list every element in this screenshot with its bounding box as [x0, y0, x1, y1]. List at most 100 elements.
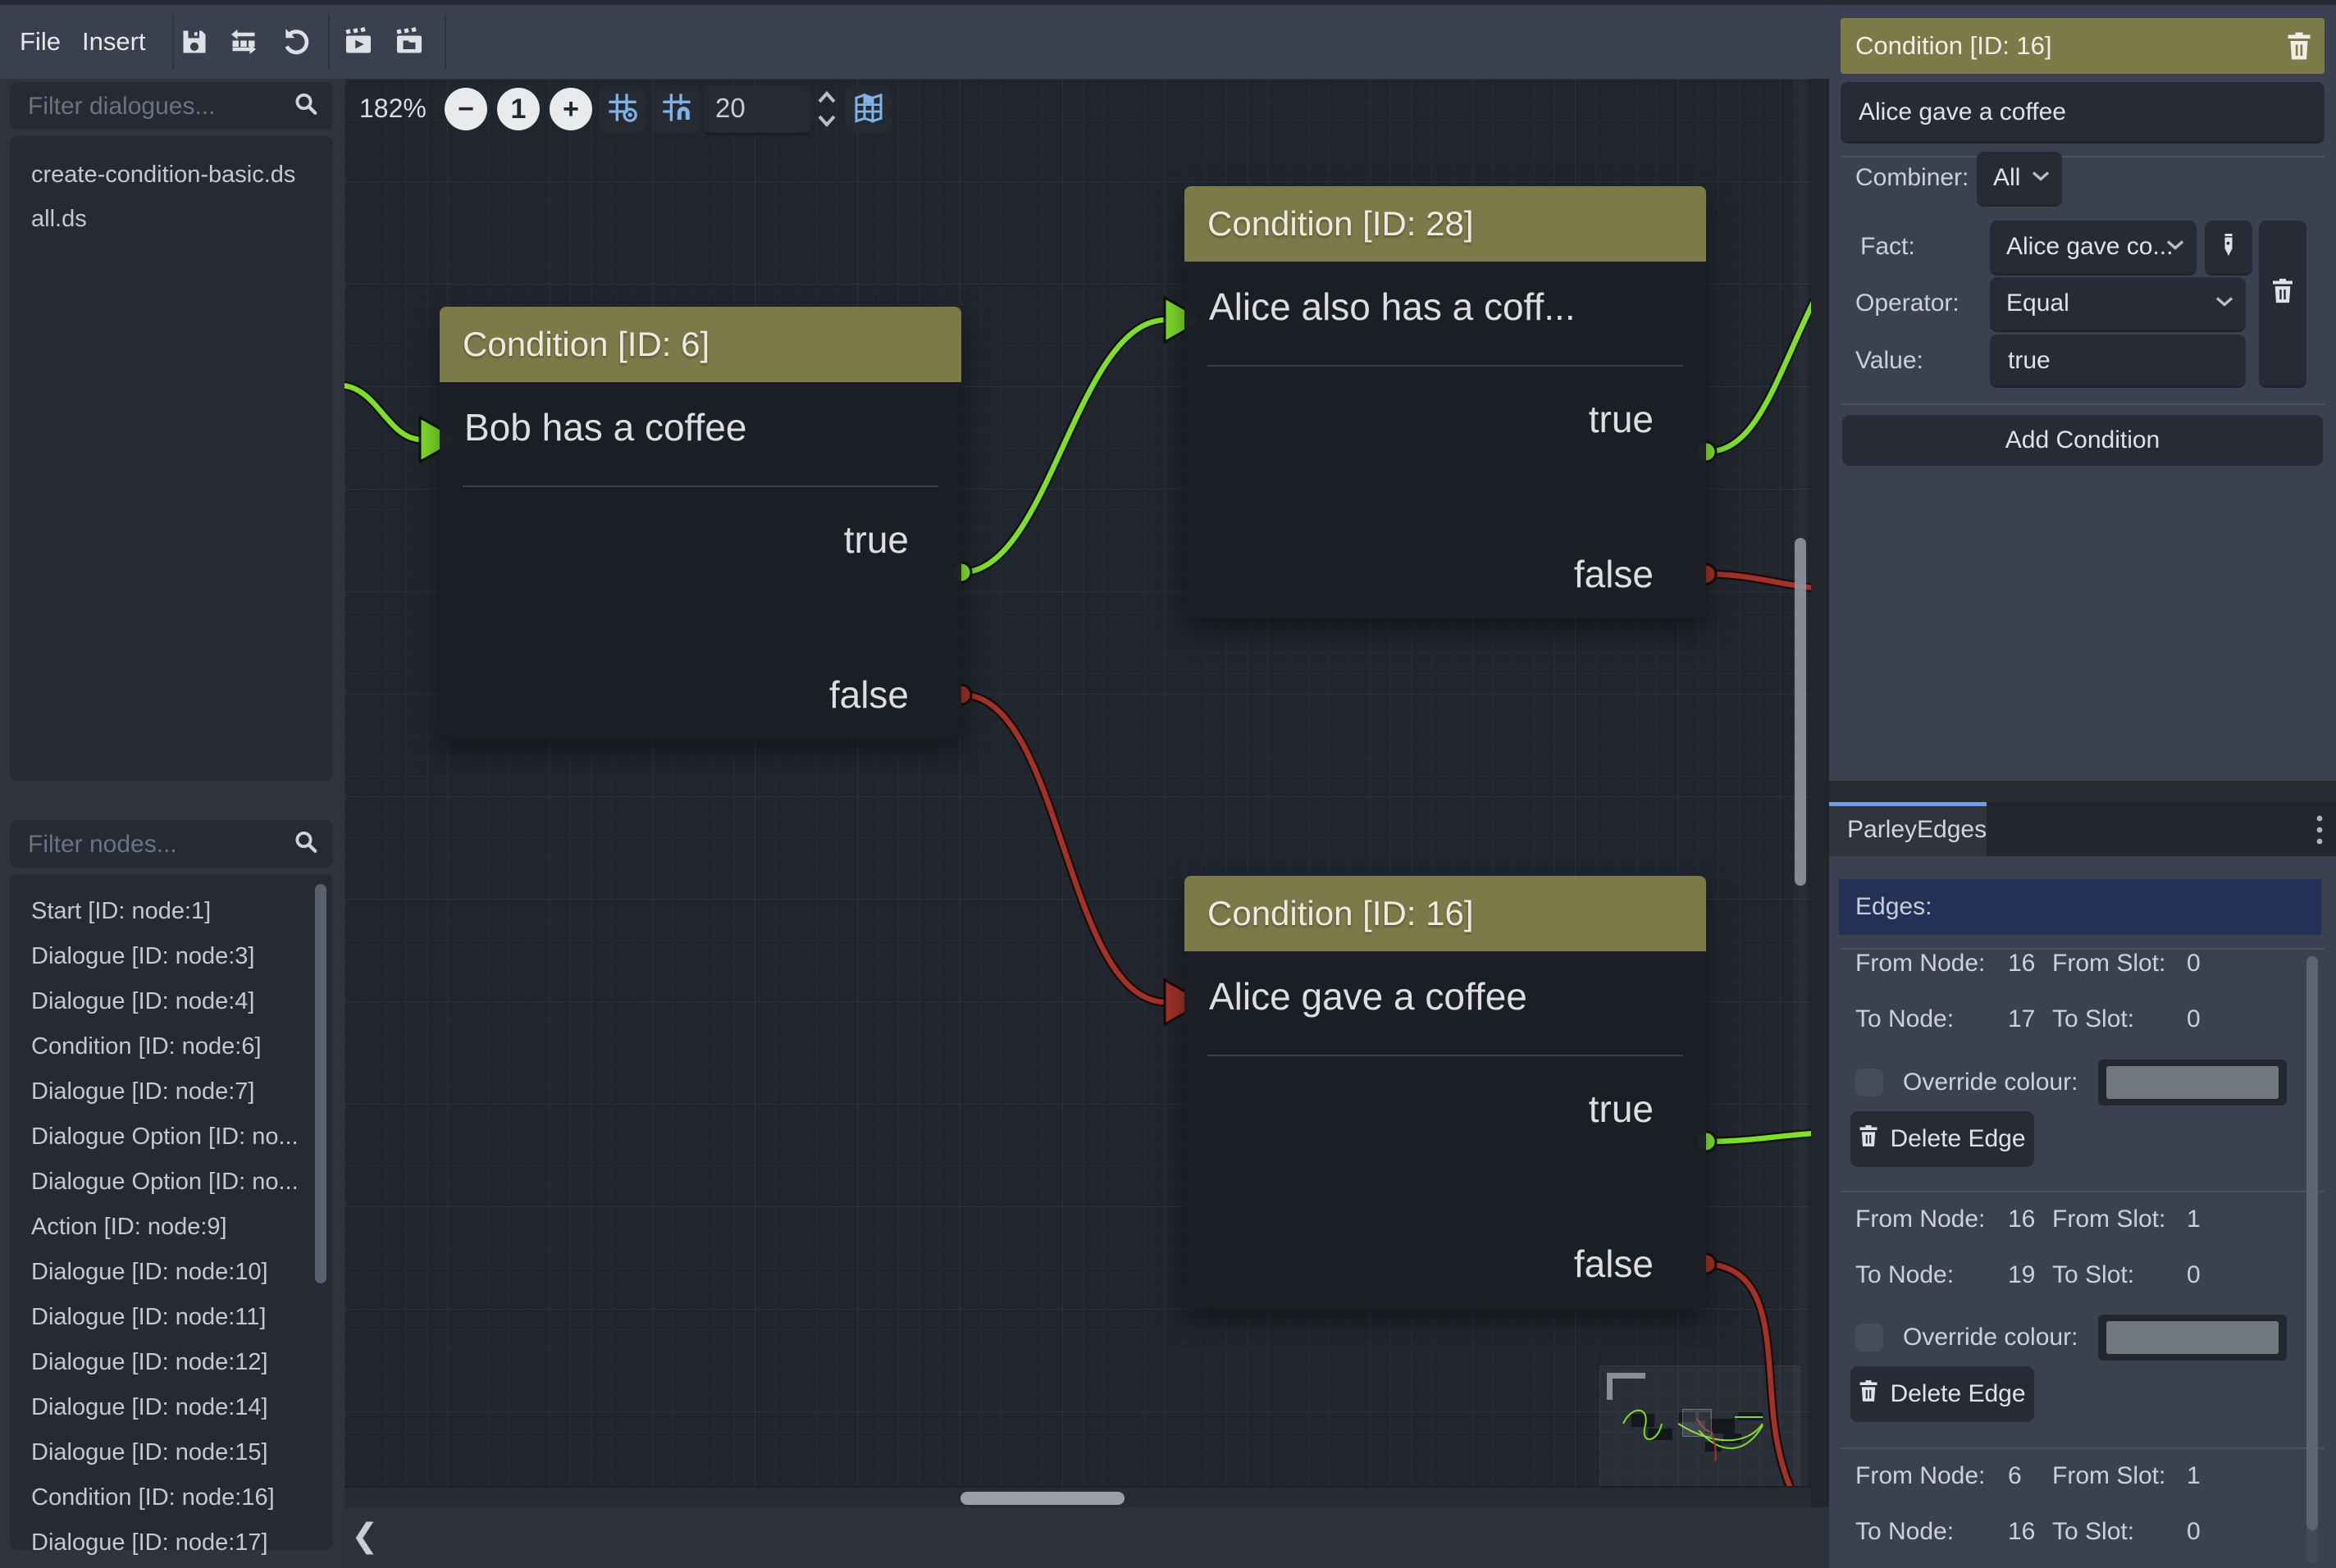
save-icon	[180, 27, 209, 57]
menu-insert[interactable]: Insert	[82, 5, 146, 79]
search-icon	[294, 830, 318, 859]
scrollbar-thumb[interactable]	[960, 1492, 1125, 1505]
trash-icon	[1859, 1379, 1878, 1409]
graph-node-condition-28[interactable]: Condition [ID: 28] Alice also has a coff…	[1184, 186, 1706, 618]
to-node-label: To Node:	[1855, 1003, 1954, 1036]
test-dialogue-button[interactable]	[338, 21, 379, 62]
nodes-list-scrollbar[interactable]	[315, 884, 326, 1283]
add-condition-button[interactable]: Add Condition	[1842, 415, 2323, 466]
collapse-sidebar-button[interactable]: ❮	[351, 1517, 379, 1555]
edges-header[interactable]: Edges:	[1839, 879, 2321, 935]
grid-size-spinbox[interactable]: 20	[704, 85, 810, 135]
edges-tab-bar: ParleyEdges	[1829, 802, 2336, 856]
combiner-dropdown[interactable]: All	[1977, 152, 2062, 207]
save-button[interactable]	[174, 21, 215, 62]
node-list-item[interactable]: Dialogue [ID: node:4]	[31, 981, 300, 1022]
graph-node-condition-6[interactable]: Condition [ID: 6] Bob has a coffee true …	[440, 307, 961, 739]
zoom-in-button[interactable]: +	[550, 88, 592, 130]
delete-node-button[interactable]	[2287, 31, 2311, 65]
undo-button[interactable]	[276, 21, 317, 62]
menu-file[interactable]: File	[20, 5, 61, 79]
canvas-vertical-scrollbar[interactable]	[1793, 79, 1808, 1507]
chevron-down-icon	[2165, 239, 2185, 255]
spin-down-icon[interactable]	[819, 116, 834, 125]
node-list-item[interactable]: Dialogue [ID: node:12]	[31, 1342, 300, 1383]
override-colour-checkbox[interactable]	[1855, 1324, 1883, 1351]
scrollbar-thumb[interactable]	[1795, 538, 1806, 886]
fact-dropdown[interactable]: Alice gave co...	[1990, 221, 2197, 276]
condition-name-input[interactable]	[1857, 82, 2311, 143]
delete-edge-button[interactable]: Delete Edge	[1850, 1111, 2034, 1167]
operator-dropdown[interactable]: Equal	[1990, 277, 2246, 332]
node-list-item[interactable]: Action [ID: node:9]	[31, 1206, 300, 1247]
dialogue-file-item[interactable]: all.ds	[31, 198, 300, 239]
node-divider	[463, 485, 938, 487]
to-slot-label: To Slot:	[2052, 1259, 2134, 1292]
minimap-viewport[interactable]	[1682, 1409, 1712, 1437]
canvas-horizontal-scrollbar[interactable]	[344, 1486, 1811, 1507]
delete-edge-button[interactable]: Delete Edge	[1850, 1366, 2034, 1422]
node-title[interactable]: Condition [ID: 6]	[440, 307, 961, 382]
delete-condition-row-button[interactable]	[2259, 221, 2306, 388]
fact-label: Fact:	[1860, 230, 1915, 263]
to-slot-value: 0	[2187, 1516, 2201, 1548]
spin-up-icon[interactable]	[819, 93, 834, 102]
divider	[1841, 1447, 2325, 1449]
edit-fact-button[interactable]	[2205, 221, 2252, 276]
node-list-item[interactable]: Dialogue [ID: node:15]	[31, 1432, 300, 1473]
graph-node-condition-16[interactable]: Condition [ID: 16] Alice gave a coffee t…	[1184, 876, 1706, 1308]
node-list-item[interactable]: Dialogue Option [ID: no...	[31, 1161, 300, 1202]
dock-menu-icon[interactable]	[2315, 814, 2325, 850]
value-input[interactable]	[2006, 335, 2233, 387]
node-title[interactable]: Condition [ID: 28]	[1184, 186, 1706, 262]
value-label: Value:	[1855, 344, 1923, 377]
to-node-value: 19	[2008, 1259, 2035, 1292]
toggle-minimap-button[interactable]	[845, 86, 892, 133]
zoom-out-button[interactable]: −	[445, 88, 487, 130]
node-list-item[interactable]: Condition [ID: node:16]	[31, 1477, 300, 1518]
node-slot-false-label: false	[829, 670, 909, 719]
node-list-item[interactable]: Dialogue [ID: node:14]	[31, 1387, 300, 1428]
toggle-grid-button[interactable]	[599, 86, 646, 133]
node-list-item[interactable]: Dialogue [ID: node:10]	[31, 1251, 300, 1292]
override-colour-swatch[interactable]	[2098, 1315, 2287, 1361]
node-list-item[interactable]: Dialogue [ID: node:3]	[31, 936, 300, 977]
import-export-button[interactable]	[223, 21, 264, 62]
edge-from-row: From Node: 6 From Slot: 1	[1829, 1460, 2288, 1493]
grid-size-value: 20	[715, 85, 746, 130]
edge-to-row: To Node: 16 To Slot: 0	[1829, 1516, 2288, 1548]
nodes-filter	[10, 820, 333, 868]
dialogues-filter	[10, 82, 333, 130]
zoom-reset-button[interactable]: 1	[497, 88, 540, 130]
value-field[interactable]	[1990, 335, 2246, 388]
node-list-item[interactable]: Dialogue [ID: node:17]	[31, 1522, 300, 1563]
to-slot-label: To Slot:	[2052, 1516, 2134, 1548]
to-node-value: 17	[2008, 1003, 2035, 1036]
tab-parley-edges[interactable]: ParleyEdges	[1829, 802, 1987, 856]
combiner-label: Combiner:	[1855, 162, 1969, 194]
node-list-item[interactable]: Dialogue [ID: node:7]	[31, 1071, 300, 1112]
main-toolbar: File Insert	[0, 5, 1829, 79]
dialogue-file-item[interactable]: create-condition-basic.ds	[31, 154, 300, 195]
node-list-item[interactable]: Dialogue [ID: node:11]	[31, 1297, 300, 1338]
new-dialogue-button[interactable]	[389, 21, 430, 62]
node-list-item[interactable]: Dialogue Option [ID: no...	[31, 1116, 300, 1157]
nodes-filter-input[interactable]	[26, 820, 276, 869]
override-colour-swatch[interactable]	[2098, 1060, 2287, 1105]
node-fact-text: Alice also has a coff...	[1209, 285, 1690, 329]
toolbar-separator	[328, 15, 330, 69]
node-title[interactable]: Condition [ID: 16]	[1184, 876, 1706, 951]
node-list-item[interactable]: Condition [ID: node:6]	[31, 1026, 300, 1067]
override-colour-checkbox[interactable]	[1855, 1069, 1883, 1096]
snap-to-grid-button[interactable]	[653, 86, 700, 133]
inspector-header: Condition [ID: 16]	[1841, 18, 2325, 74]
graph-canvas[interactable]: Condition [ID: 6] Bob has a coffee true …	[344, 79, 1811, 1507]
from-slot-value: 1	[2187, 1460, 2201, 1493]
minimap[interactable]	[1599, 1365, 1800, 1497]
condition-name-field[interactable]	[1841, 82, 2325, 144]
dialogues-filter-input[interactable]	[26, 82, 276, 131]
scrollbar-thumb[interactable]	[2306, 956, 2318, 1530]
edges-list-scrollbar[interactable]	[2306, 956, 2318, 1563]
node-list-item[interactable]: Start [ID: node:1]	[31, 891, 300, 932]
clapperboard-folder-icon	[394, 27, 425, 57]
